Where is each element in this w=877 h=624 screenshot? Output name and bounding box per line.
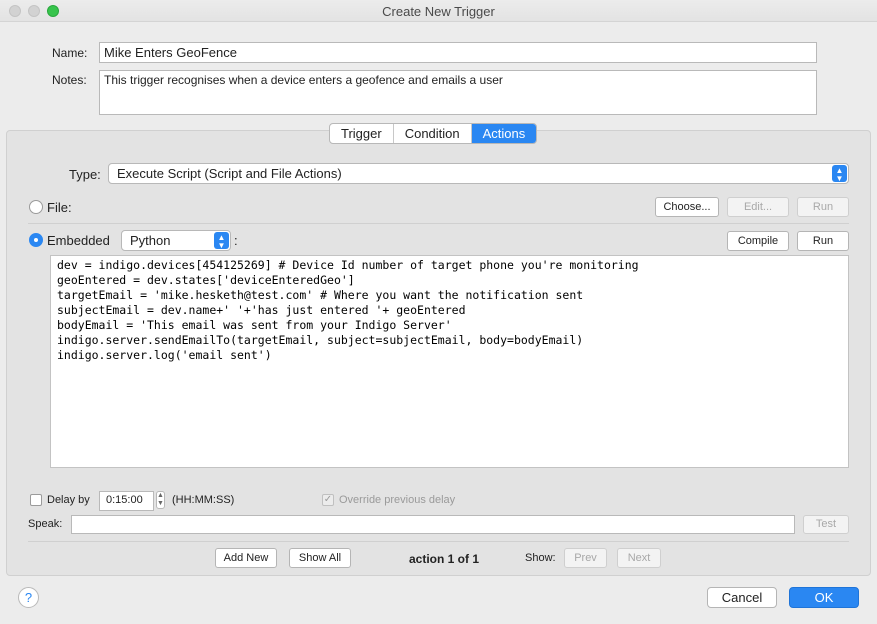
delay-format: (HH:MM:SS) bbox=[172, 494, 235, 506]
file-label: File: bbox=[47, 200, 72, 215]
divider bbox=[28, 541, 849, 542]
divider bbox=[28, 223, 849, 224]
name-label: Name: bbox=[52, 46, 88, 60]
embedded-radio[interactable] bbox=[29, 233, 43, 247]
delay-label: Delay by bbox=[47, 494, 90, 506]
edit-button[interactable]: Edit... bbox=[727, 197, 789, 217]
language-select[interactable]: Python ▲ ▼ bbox=[121, 230, 231, 251]
file-radio[interactable] bbox=[29, 200, 43, 214]
speak-field[interactable] bbox=[71, 515, 795, 534]
language-select-value: Python bbox=[130, 233, 171, 248]
speak-label: Speak: bbox=[28, 518, 63, 530]
type-select-value: Execute Script (Script and File Actions) bbox=[117, 166, 342, 181]
code-text: dev = indigo.devices[454125269] # Device… bbox=[57, 258, 639, 362]
chevron-updown-icon: ▲ ▼ bbox=[214, 232, 229, 250]
action-counter: action 1 of 1 bbox=[409, 552, 480, 566]
delay-field[interactable]: 0:15:00 bbox=[99, 491, 154, 511]
delay-checkbox[interactable] bbox=[30, 494, 42, 506]
tab-trigger[interactable]: Trigger bbox=[330, 124, 394, 143]
file-run-button[interactable]: Run bbox=[797, 197, 849, 217]
title-bar: Create New Trigger bbox=[0, 0, 877, 22]
embedded-label: Embedded bbox=[47, 233, 110, 248]
test-button[interactable]: Test bbox=[803, 515, 849, 534]
language-colon: : bbox=[234, 233, 238, 248]
embedded-run-button[interactable]: Run bbox=[797, 231, 849, 251]
compile-button[interactable]: Compile bbox=[727, 231, 789, 251]
code-editor[interactable]: dev = indigo.devices[454125269] # Device… bbox=[50, 255, 849, 468]
tab-condition[interactable]: Condition bbox=[394, 124, 472, 143]
choose-button[interactable]: Choose... bbox=[655, 197, 719, 217]
type-select[interactable]: Execute Script (Script and File Actions)… bbox=[108, 163, 849, 184]
prev-button[interactable]: Prev bbox=[564, 548, 607, 568]
add-new-button[interactable]: Add New bbox=[215, 548, 277, 568]
next-button[interactable]: Next bbox=[617, 548, 661, 568]
delay-stepper[interactable]: ▲ ▼ bbox=[156, 491, 165, 509]
tab-bar: Trigger Condition Actions bbox=[329, 123, 538, 144]
chevron-updown-icon: ▲ ▼ bbox=[832, 165, 847, 183]
window-title: Create New Trigger bbox=[382, 4, 495, 19]
type-label: Type: bbox=[69, 167, 101, 182]
override-checkbox[interactable]: ✓ bbox=[322, 494, 334, 506]
show-all-button[interactable]: Show All bbox=[289, 548, 351, 568]
tab-actions[interactable]: Actions bbox=[471, 124, 537, 143]
show-label: Show: bbox=[525, 552, 556, 564]
override-label: Override previous delay bbox=[339, 494, 456, 506]
notes-label: Notes: bbox=[52, 73, 87, 87]
cancel-button[interactable]: Cancel bbox=[707, 587, 777, 608]
notes-field[interactable]: This trigger recognises when a device en… bbox=[99, 70, 817, 115]
ok-button[interactable]: OK bbox=[789, 587, 859, 608]
help-icon[interactable]: ? bbox=[18, 587, 39, 608]
name-field[interactable]: Mike Enters GeoFence bbox=[99, 42, 817, 63]
